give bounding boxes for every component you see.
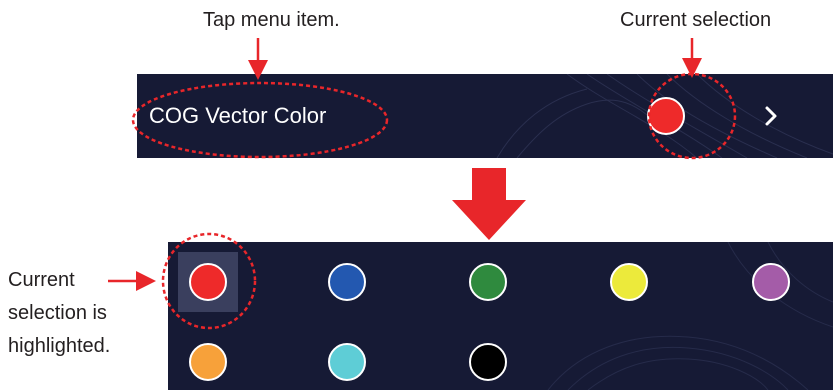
chevron-right-icon[interactable] — [759, 104, 783, 128]
color-option-red[interactable] — [178, 252, 238, 312]
current-color-swatch[interactable] — [647, 97, 685, 135]
color-swatch — [328, 263, 366, 301]
color-option-yellow[interactable] — [599, 252, 659, 312]
color-option-green[interactable] — [458, 252, 518, 312]
menu-item-label: COG Vector Color — [149, 103, 327, 128]
color-option-black[interactable] — [458, 332, 518, 390]
callout-current-selection: Current selection — [620, 9, 772, 31]
color-option-orange[interactable] — [178, 332, 238, 390]
down-arrow-icon — [452, 168, 526, 240]
color-swatch — [189, 263, 227, 301]
color-option-cyan[interactable] — [317, 332, 377, 390]
color-swatch — [469, 343, 507, 381]
callout-tap-menu-item: Tap menu item. — [203, 9, 340, 31]
color-palette — [168, 242, 833, 390]
color-swatch — [328, 343, 366, 381]
color-swatch — [610, 263, 648, 301]
menu-item-cog-vector-color[interactable]: COG Vector Color — [137, 74, 833, 158]
color-option-blue[interactable] — [317, 252, 377, 312]
color-swatch — [189, 343, 227, 381]
color-swatch — [469, 263, 507, 301]
color-option-purple[interactable] — [741, 252, 801, 312]
color-swatch — [752, 263, 790, 301]
callout-selection-highlighted: Current selection is highlighted. — [8, 269, 111, 357]
